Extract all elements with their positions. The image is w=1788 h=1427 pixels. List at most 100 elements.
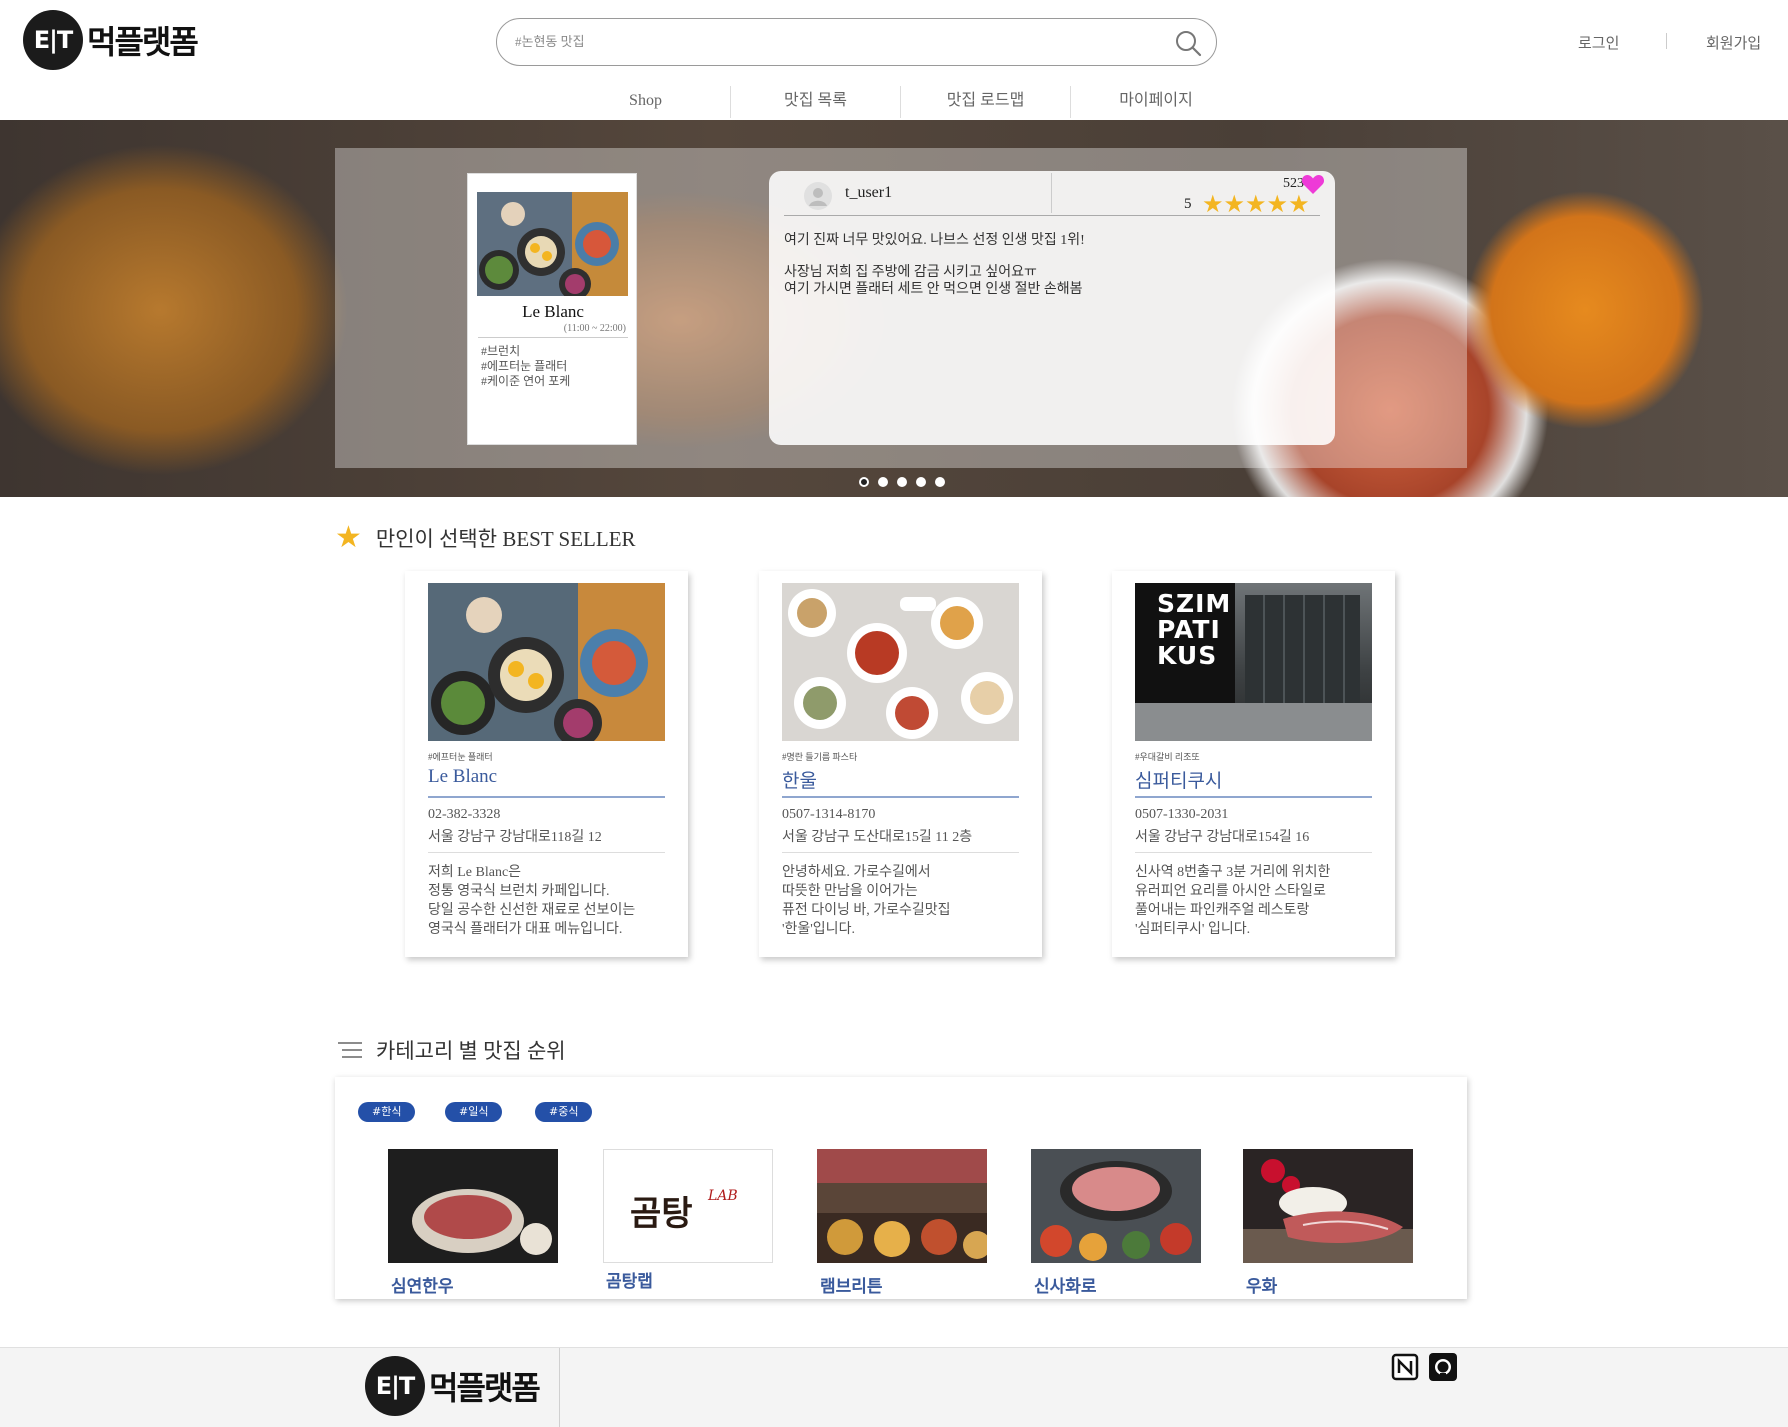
restaurant-description: 저희 Le Blanc은 정통 영국식 브런치 카페입니다. 당일 공수한 신선… [428,865,636,937]
rating-stars: ★ ★ ★ ★ ★ [1202,193,1310,217]
hero-restaurant-name: Le Blanc [522,302,584,321]
hero-tag: #에프터눈 플래터 [481,359,568,373]
category-item-name: 램브리튼 [820,1277,883,1297]
github-icon[interactable] [1429,1353,1457,1381]
restaurant-image [782,583,1019,741]
category-item[interactable]: 램브리튼 [817,1149,991,1297]
list-icon [338,1042,362,1058]
auth-divider [1666,33,1667,49]
category-item[interactable]: 신사화로 [1031,1149,1201,1297]
category-item-name: 우화 [1246,1277,1278,1297]
restaurant-address: 서울 강남구 강남대로118길 12 [428,830,602,845]
carousel-dot[interactable] [935,477,945,487]
divider [478,337,628,338]
category-item-name: 심연한우 [391,1277,454,1297]
restaurant-phone: 02-382-3328 [428,807,501,822]
hero-restaurant-tags: #브런치 #에프터눈 플래터 #케이준 연어 포케 [481,344,570,389]
category-item[interactable]: 곰탕 LAB 곰탕랩 [603,1149,773,1292]
divider [428,852,665,853]
carousel-dot[interactable] [878,477,888,487]
divider [1051,173,1052,213]
header: E|T 먹플랫폼 로그인 회원가입 Shop 맛집 목록 맛집 로드맵 마이페이… [0,0,1788,120]
best-seller-card[interactable]: SZIM PATI KUS #우대갈비 리조또 심퍼티쿠시 0507-1330-… [1112,571,1395,957]
carousel-dot[interactable] [859,477,869,487]
nav-item-restaurant-list[interactable]: 맛집 목록 [731,86,901,118]
logo-badge: E|T [365,1356,425,1416]
menu-tag: #명란 들기름 파스타 [782,752,858,762]
star-icon: ★ [1266,192,1289,218]
category-item-name: 곰탕랩 [606,1272,653,1292]
login-link[interactable]: 로그인 [1578,32,1619,53]
divider [784,215,1320,216]
search-input[interactable] [515,31,1115,53]
hero-restaurant-image [477,192,628,296]
hero-tag: #브런치 [481,344,521,358]
restaurant-name[interactable]: 한울 [782,766,817,793]
user-avatar-icon [804,182,832,210]
carousel-dots [859,477,945,487]
category-chip-chinese[interactable]: #중식 [535,1102,593,1122]
review-box: t_user1 523 5 ★ ★ ★ ★ ★ 여기 진짜 너무 맛있어요. 나… [769,171,1335,445]
category-chip-korean[interactable]: #한식 [358,1102,416,1122]
restaurant-description: 안녕하세요. 가로수길에서 따뜻한 만남을 이어가는 퓨전 다이닝 바, 가로수… [782,865,951,937]
restaurant-name[interactable]: 심퍼티쿠시 [1135,766,1222,793]
restaurant-image [388,1149,558,1263]
review-text: 여기 진짜 너무 맛있어요. 나브스 선정 인생 맛집 1위! 사장님 저희 집… [784,232,1085,313]
restaurant-logo: 곰탕 LAB [603,1149,773,1263]
restaurant-phone: 0507-1314-8170 [782,807,876,822]
best-seller-heading: ★ 만인이 선택한 BEST SELLER [335,523,636,553]
footer-logo[interactable]: E|T 먹플랫폼 [365,1356,541,1416]
restaurant-image [428,583,665,741]
restaurant-phone: 0507-1330-2031 [1135,807,1229,822]
category-heading: 카테고리 별 맛집 순위 [338,1035,566,1065]
review-line: 여기 진짜 너무 맛있어요. 나브스 선정 인생 맛집 1위! [784,233,1085,248]
restaurant-address: 서울 강남구 도산대로15길 11 2층 [782,830,973,845]
carousel-dot[interactable] [916,477,926,487]
site-logo[interactable]: E|T 먹플랫폼 [23,10,199,70]
star-icon: ★ [1223,192,1246,218]
divider [559,1348,560,1427]
restaurant-description: 신사역 8번출구 3분 거리에 위치한 유러피언 요리를 아시안 스타일로 풀어… [1135,865,1331,937]
footer: E|T 먹플랫폼 [0,1347,1788,1427]
menu-tag: #에프터눈 플래터 [428,752,493,762]
divider [1135,852,1372,853]
logo-sub-text: LAB [708,1188,738,1204]
hero-tag: #케이준 연어 포케 [481,374,571,388]
star-icon: ★ [335,521,362,554]
nav-item-mypage[interactable]: 마이페이지 [1071,86,1241,118]
carousel-dot[interactable] [897,477,907,487]
restaurant-name[interactable]: Le Blanc [428,766,497,788]
review-line: 사장님 저희 집 주방에 감금 시키고 싶어요ㅠ 여기 가시면 플래터 세트 안… [784,265,1083,297]
signup-link[interactable]: 회원가입 [1706,32,1761,53]
category-item[interactable]: 우화 [1243,1149,1413,1297]
restaurant-image [1031,1149,1201,1263]
notion-icon[interactable] [1391,1353,1419,1381]
category-item[interactable]: 심연한우 [388,1149,558,1297]
section-title: 만인이 선택한 BEST SELLER [375,527,636,551]
category-item-name: 신사화로 [1034,1277,1097,1297]
nav-item-restaurant-roadmap[interactable]: 맛집 로드맵 [901,86,1071,118]
nav-item-shop[interactable]: Shop [561,86,731,118]
search-bar [496,18,1217,66]
best-seller-card[interactable]: #에프터눈 플래터 Le Blanc 02-382-3328 서울 강남구 강남… [405,571,688,957]
logo-main-text: 곰탕 [630,1194,693,1234]
best-seller-card[interactable]: #명란 들기름 파스타 한울 0507-1314-8170 서울 강남구 도산대… [759,571,1042,957]
rating-score: 5 [1184,196,1192,212]
hero-restaurant-hours: (11:00 ~ 22:00) [563,323,626,334]
divider [1135,796,1372,798]
menu-tag: #우대갈비 리조또 [1135,752,1200,762]
category-box: #한식 #일식 #중식 심연한우 곰탕 LAB 곰탕랩 램브리튼 신사화로 우화 [335,1077,1467,1299]
restaurant-address: 서울 강남구 강남대로154길 16 [1135,830,1310,845]
category-chip-japanese[interactable]: #일식 [445,1102,503,1122]
hero-banner: Le Blanc (11:00 ~ 22:00) #브런치 #에프터눈 플래터 … [0,120,1788,497]
hero-restaurant-card[interactable]: Le Blanc (11:00 ~ 22:00) #브런치 #에프터눈 플래터 … [467,173,637,445]
star-icon: ★ [1288,192,1310,218]
star-icon: ★ [1245,192,1267,218]
divider [782,796,1019,798]
restaurant-image: SZIM PATI KUS [1135,583,1372,741]
search-icon[interactable] [1174,29,1202,57]
logo-text: 먹플랫폼 [429,1369,541,1407]
main-nav: Shop 맛집 목록 맛집 로드맵 마이페이지 [561,86,1241,118]
divider [428,796,665,798]
section-title: 카테고리 별 맛집 순위 [376,1039,566,1063]
